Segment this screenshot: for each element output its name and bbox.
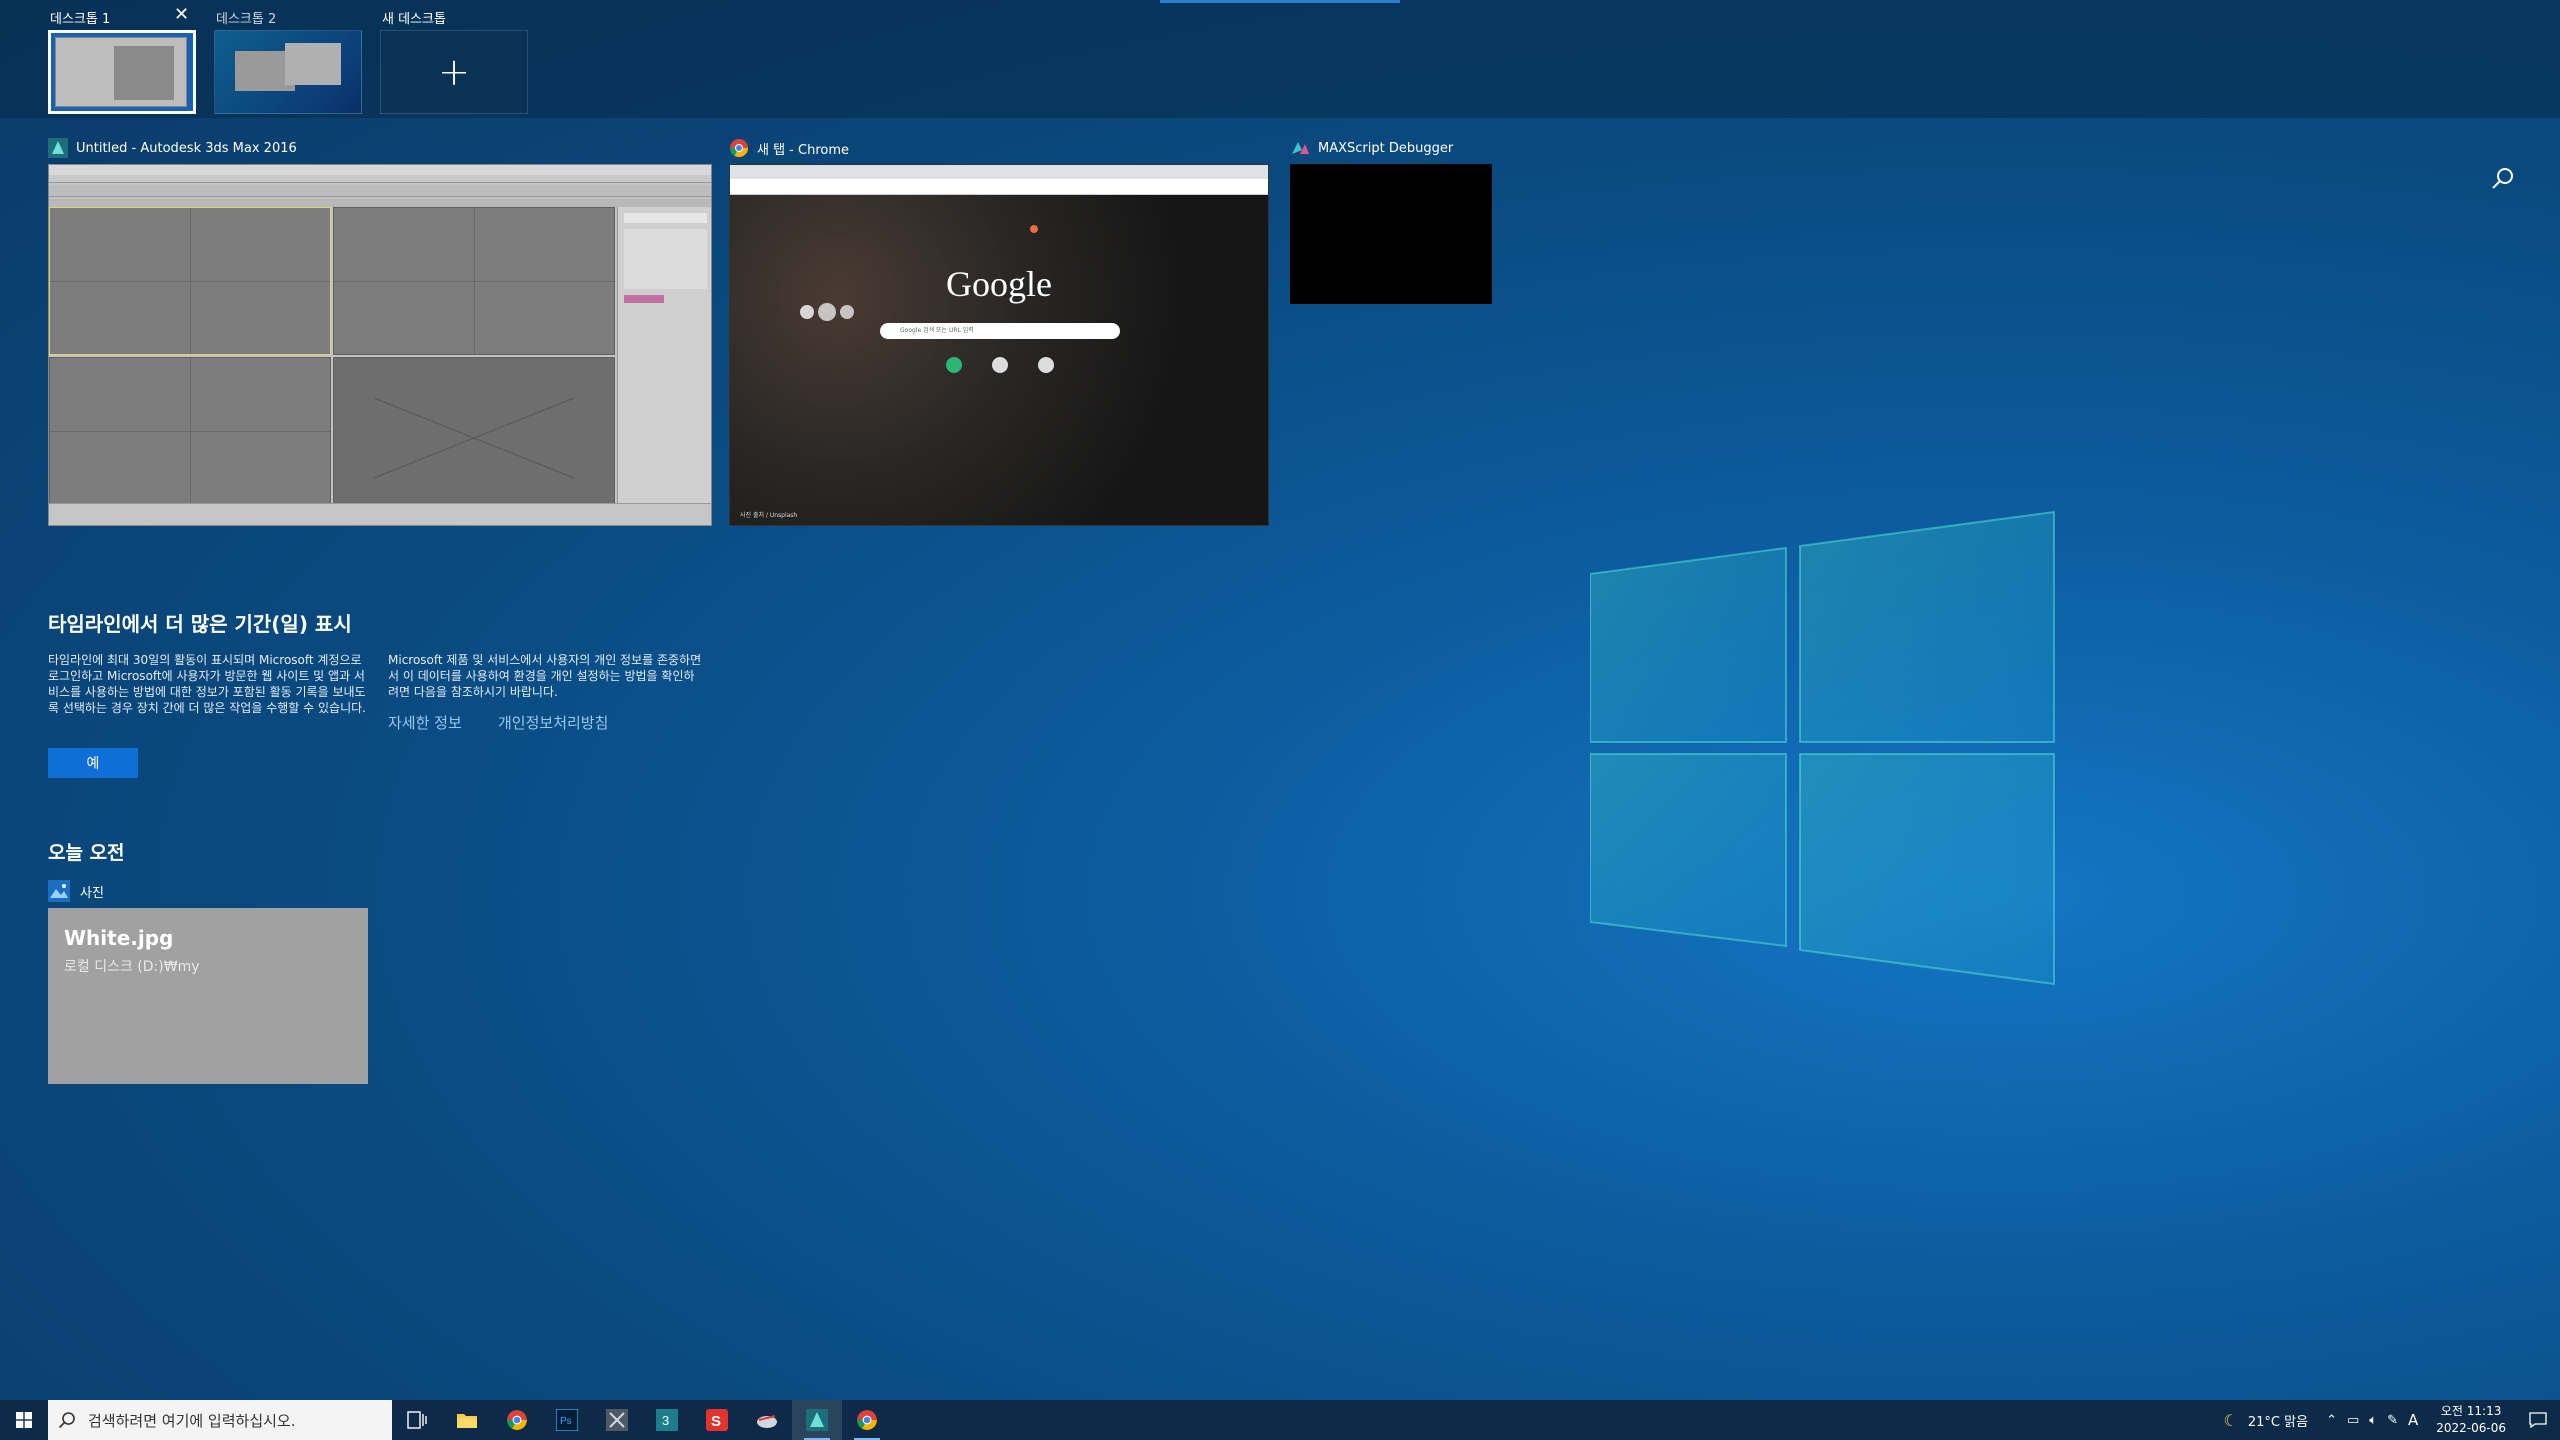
window-3dsmax-title-text: Untitled - Autodesk 3ds Max 2016 <box>76 140 297 156</box>
window-chrome-preview[interactable]: Google Google 검색 또는 URL 입력 사진 출처 / Unspl… <box>729 164 1269 526</box>
pen-icon[interactable]: ✎ <box>2387 1413 2398 1428</box>
chrome-active-button[interactable] <box>842 1400 892 1440</box>
window-3dsmax-title: Untitled - Autodesk 3ds Max 2016 <box>48 136 297 160</box>
svg-text:3: 3 <box>662 1413 669 1428</box>
3dsmax-icon <box>48 138 68 158</box>
photos-app-label: 사진 <box>48 880 104 902</box>
chrome-search-box[interactable]: Google 검색 또는 URL 입력 <box>880 323 1120 339</box>
chrome-active-icon <box>857 1410 877 1430</box>
chrome-button[interactable] <box>492 1400 542 1440</box>
viewport-front <box>333 207 615 355</box>
clock-date: 2022-06-06 <box>2436 1421 2506 1435</box>
desktop-2-thumbnail[interactable] <box>214 30 362 114</box>
window-chrome-title-text: 새 탭 - Chrome <box>757 142 849 158</box>
google-logo: Google <box>946 264 1052 304</box>
window-3dsmax-preview[interactable] <box>48 164 712 526</box>
top-accent <box>1160 0 1400 3</box>
3dsmax-active-icon <box>806 1409 828 1431</box>
plus-icon: + <box>438 50 470 94</box>
cloud-app-icon <box>757 1415 777 1428</box>
new-desktop-label: 새 데스크톱 <box>382 12 446 27</box>
ime-indicator[interactable]: A <box>2408 1411 2418 1429</box>
chrome-icon <box>730 139 748 158</box>
task-view-icon <box>407 1411 427 1429</box>
desktop-1-thumbnail[interactable] <box>48 30 196 114</box>
timeline-left-text: 타임라인에 최대 30일의 활동이 표시되며 Microsoft 계정으로 로그… <box>48 653 366 715</box>
3dsmax-active-button[interactable] <box>792 1400 842 1440</box>
privacy-policy-link[interactable]: 개인정보처리방침 <box>498 712 608 733</box>
app-grid-icon <box>606 1409 628 1431</box>
activity-card-white-jpg[interactable]: White.jpg 로컬 디스크 (D:)₩my <box>48 908 368 1084</box>
clock-time: 오전 11:13 <box>2440 1404 2502 1418</box>
activity-filepath: 로컬 디스크 (D:)₩my <box>64 959 200 975</box>
timeline-title: 타임라인에서 더 많은 기간(일) 표시 <box>48 612 352 636</box>
windows-start-icon <box>16 1412 32 1428</box>
window-maxscript-preview[interactable] <box>1290 164 1492 304</box>
desktop-1-window-preview <box>55 37 187 107</box>
svg-text:S: S <box>711 1413 721 1430</box>
timeline-right-text: Microsoft 제품 및 서비스에서 사용자의 개인 정보를 존중하면서 이… <box>388 653 702 699</box>
app-button-s[interactable]: S <box>692 1400 742 1440</box>
chrome-search-placeholder: Google 검색 또는 URL 입력 <box>900 327 974 334</box>
moon-icon[interactable]: ☾ <box>2224 1411 2238 1430</box>
today-heading: 오늘 오전 <box>48 842 125 864</box>
desktop-1-label: 데스크톱 1 <box>50 12 111 27</box>
photo-credit: 사진 출처 / Unsplash <box>740 512 798 519</box>
command-panel <box>617 207 711 505</box>
viewport-perspective <box>333 357 615 505</box>
photos-icon <box>48 880 70 902</box>
search-icon <box>58 1412 75 1429</box>
3dsmax-icon: 3 <box>656 1409 678 1431</box>
network-icon[interactable]: ▭ <box>2347 1413 2359 1428</box>
taskbar: 검색하려면 여기에 입력하십시오. Ps 3 S ☾ 21°C 맑음 ⌃ ▭ 🔈… <box>0 1400 2560 1440</box>
taskbar-search-box[interactable]: 검색하려면 여기에 입력하십시오. <box>48 1400 392 1440</box>
search-icon[interactable] <box>2490 166 2516 192</box>
window-chrome-title: 새 탭 - Chrome <box>729 136 849 160</box>
file-explorer-button[interactable] <box>442 1400 492 1440</box>
viewport-left <box>49 357 331 505</box>
weather-text[interactable]: 21°C 맑음 <box>2248 1411 2308 1430</box>
svg-text:Ps: Ps <box>560 1416 572 1427</box>
volume-icon[interactable]: 🔈︎ <box>2369 1413 2377 1428</box>
windows-wallpaper-logo <box>1590 510 2055 986</box>
close-icon[interactable]: ✕ <box>174 4 189 25</box>
app-button-cloud[interactable] <box>742 1400 792 1440</box>
notification-icon <box>2529 1412 2547 1428</box>
s-app-icon: S <box>706 1409 728 1431</box>
photos-app-name: 사진 <box>80 885 104 901</box>
clock[interactable]: 오전 11:13 2022-06-06 <box>2436 1403 2506 1437</box>
start-button[interactable] <box>0 1400 48 1440</box>
app-button-5[interactable] <box>592 1400 642 1440</box>
photoshop-icon: Ps <box>556 1409 578 1431</box>
system-tray: ☾ 21°C 맑음 ⌃ ▭ 🔈︎ ✎ A 오전 11:13 2022-06-06 <box>2214 1400 2560 1440</box>
viewport-top <box>49 207 331 355</box>
activity-filename: White.jpg <box>64 926 174 950</box>
file-explorer-icon <box>457 1414 477 1428</box>
window-maxscript-title-text: MAXScript Debugger <box>1318 140 1454 156</box>
chrome-icon <box>507 1410 527 1430</box>
3dsmax-button[interactable]: 3 <box>642 1400 692 1440</box>
window-maxscript-title: MAXScript Debugger <box>1290 136 1453 160</box>
chevron-up-icon[interactable]: ⌃ <box>2326 1413 2337 1428</box>
virtual-desktops-bar: 데스크톱 1 ✕ 데스크톱 2 새 데스크톱 + <box>0 0 2560 118</box>
action-center-button[interactable] <box>2516 1400 2560 1440</box>
task-view-button[interactable] <box>392 1400 442 1440</box>
new-desktop-button[interactable]: + <box>380 30 528 114</box>
taskbar-search-placeholder: 검색하려면 여기에 입력하십시오. <box>88 1411 296 1430</box>
desktop-2-label: 데스크톱 2 <box>216 12 277 27</box>
photoshop-button[interactable]: Ps <box>542 1400 592 1440</box>
yes-button[interactable]: 예 <box>48 748 138 778</box>
learn-more-link[interactable]: 자세한 정보 <box>388 712 462 733</box>
maxscript-icon <box>1292 142 1309 154</box>
